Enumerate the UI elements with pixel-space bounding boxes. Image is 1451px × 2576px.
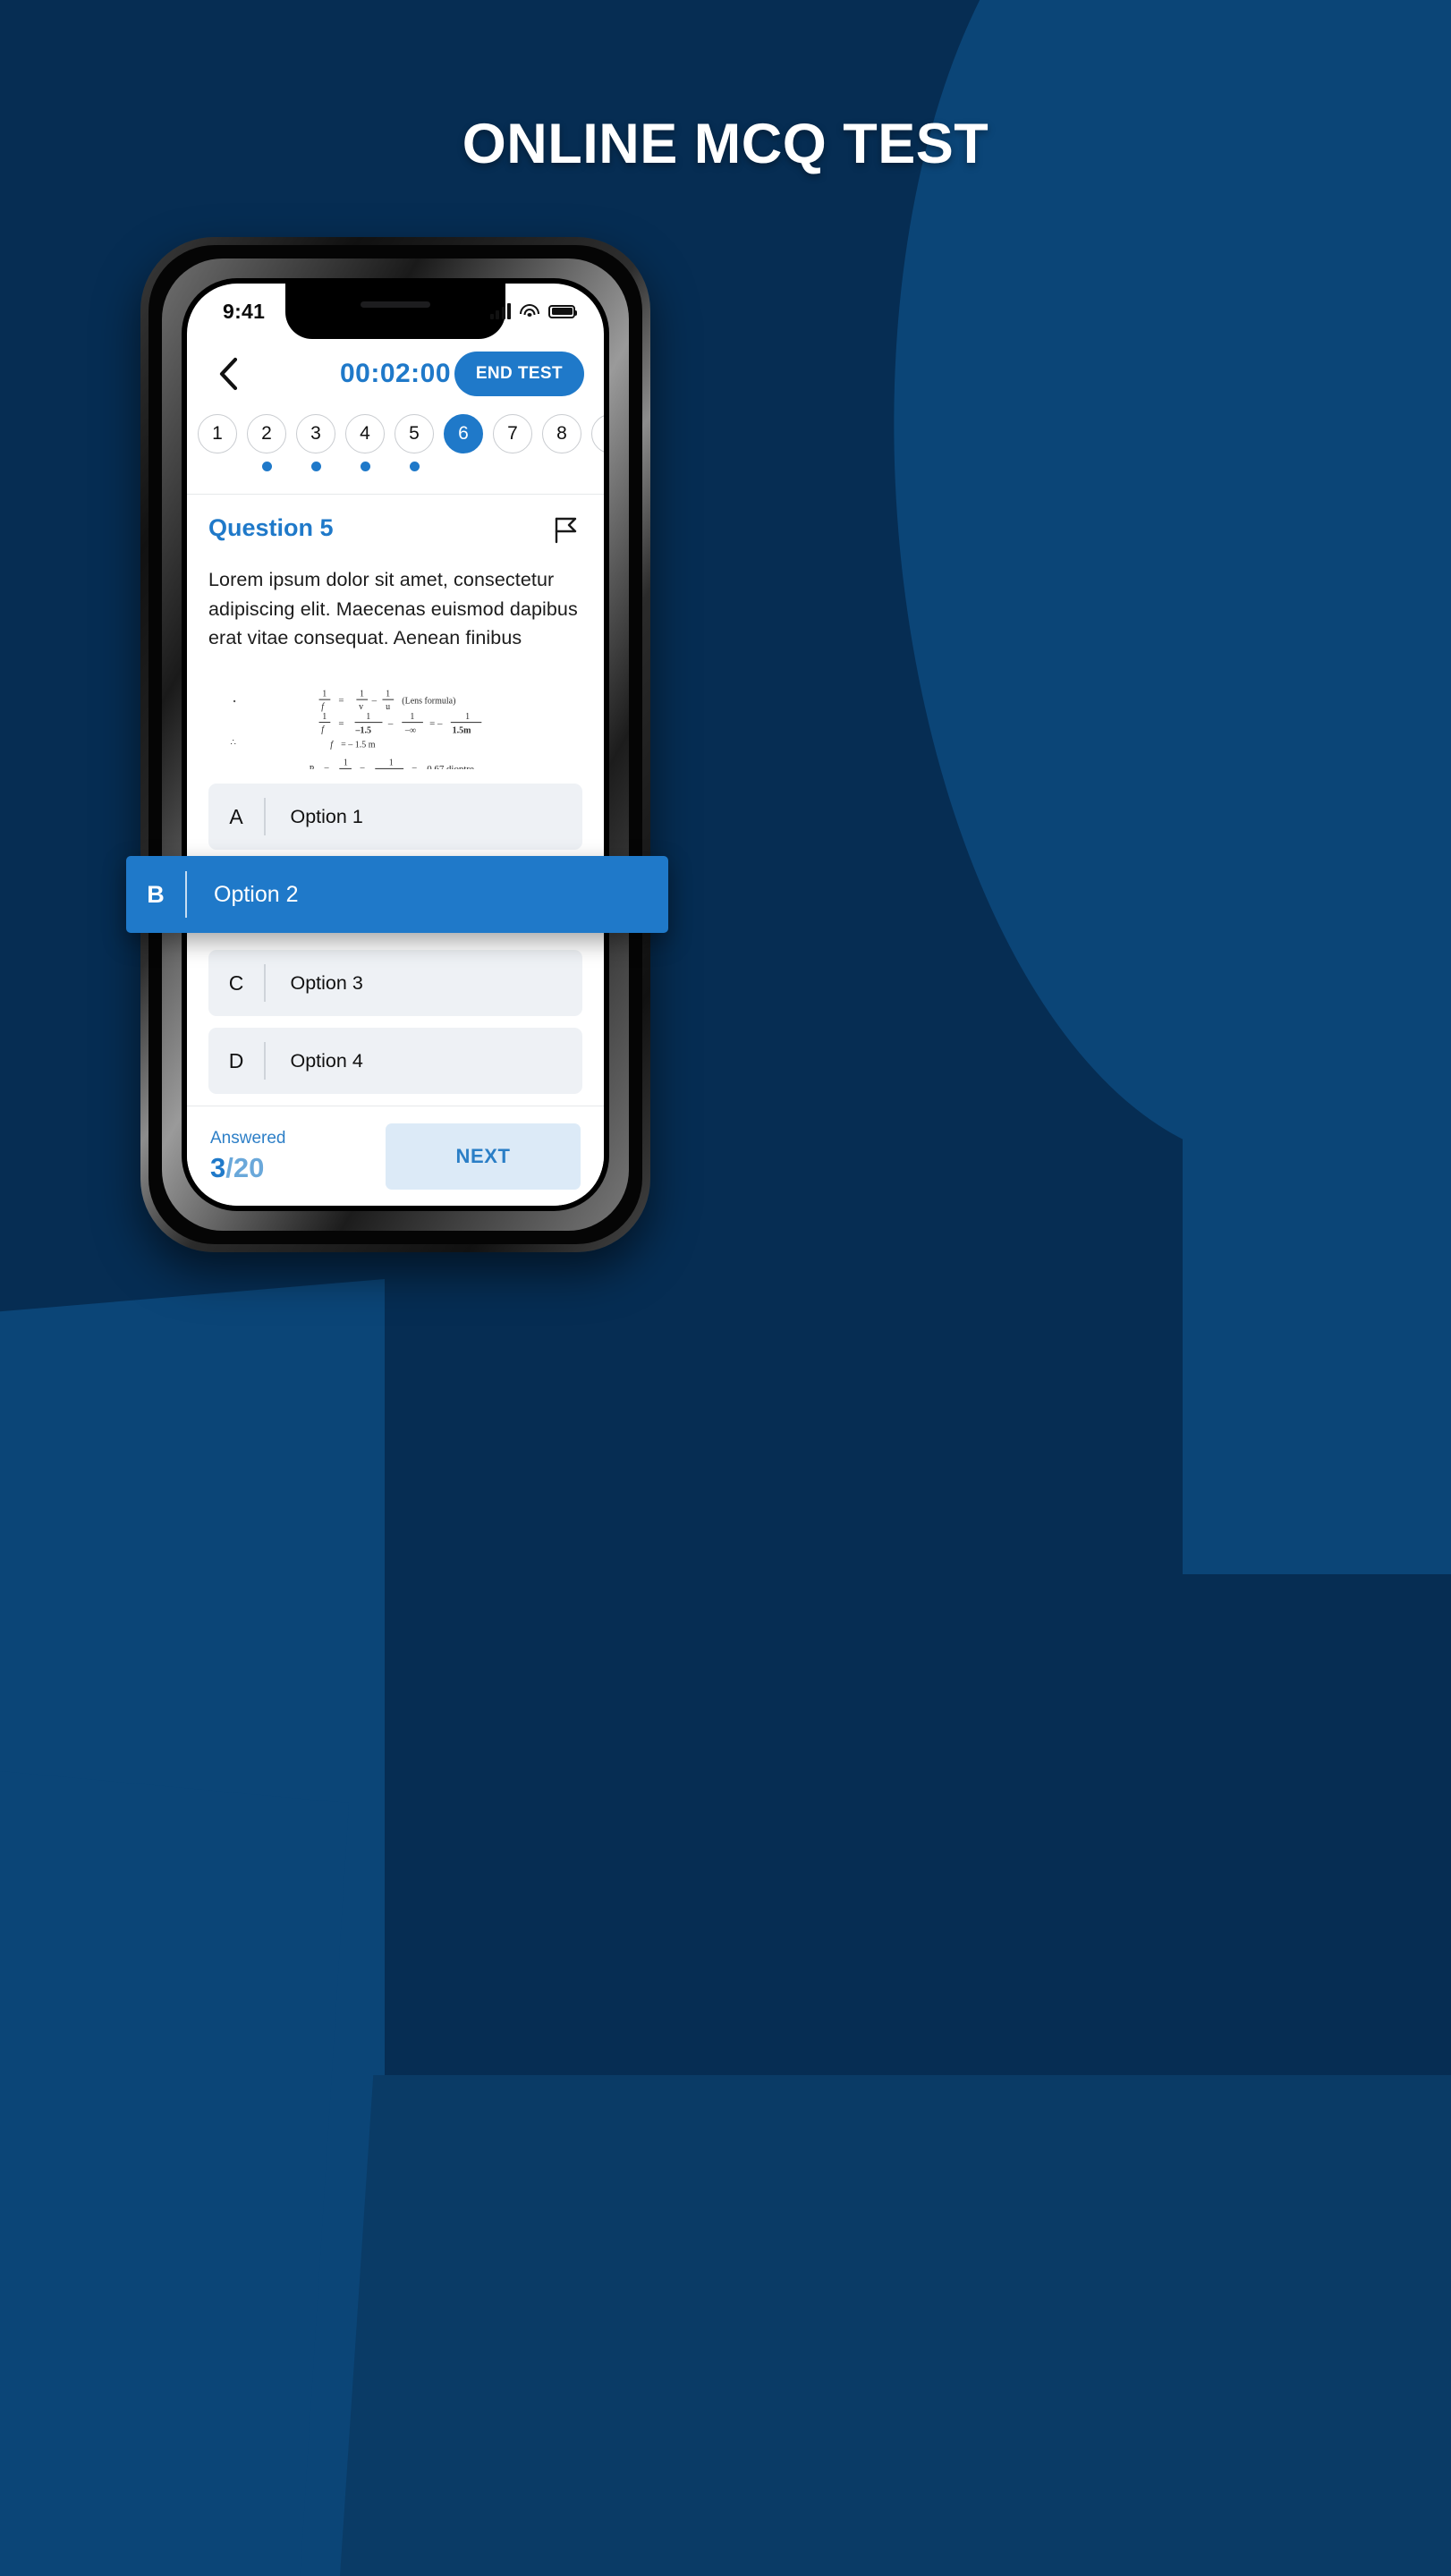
svg-text:=: = [338, 696, 344, 707]
svg-text:1: 1 [322, 712, 327, 722]
svg-text:1: 1 [465, 712, 470, 722]
svg-text:1: 1 [366, 712, 370, 722]
question-number-3[interactable]: 3 [296, 414, 335, 453]
question-number-9[interactable]: 9 [591, 414, 604, 453]
status-icons [489, 303, 577, 319]
svg-text:1: 1 [360, 690, 364, 699]
option-label: Option 2 [214, 881, 299, 907]
svg-text:v: v [359, 702, 363, 712]
svg-text:–∞: –∞ [404, 725, 416, 735]
svg-text:= – 1.5 m: = – 1.5 m [341, 741, 376, 750]
question-header: Question 5 [208, 514, 582, 549]
question-number-list: 1234567891011 [187, 409, 604, 471]
svg-text:1: 1 [322, 690, 327, 699]
answered-dot [508, 462, 518, 471]
question-number-6[interactable]: 6 [444, 414, 483, 453]
option-label: Option 1 [290, 805, 363, 827]
background-block-right [1183, 304, 1451, 1574]
question-number-item: 9 [591, 414, 604, 471]
option-letter: A [229, 804, 243, 828]
option-letter: C [228, 970, 244, 995]
question-panel: Question 5 Lorem ipsum dolor sit amet, c… [187, 495, 604, 769]
question-number-item: 6 [444, 414, 483, 471]
svg-text:=: = [338, 718, 344, 729]
answered-dot [409, 462, 420, 471]
svg-text:–1.5: –1.5 [354, 725, 370, 735]
wifi-icon [520, 303, 539, 319]
end-test-button[interactable]: END TEST [454, 352, 584, 396]
phone-mid-frame: 9:41 00:02:00 END TEST 1 2 3 4 5 6 7 8 Q… [148, 245, 642, 1244]
test-header: 00:02:00 END TEST [187, 339, 604, 409]
page-title: ONLINE MCQ TEST [462, 113, 989, 175]
svg-text:= –: = – [429, 718, 443, 729]
question-number-item: 4 [345, 414, 385, 471]
option-letter: D [228, 1048, 244, 1072]
answered-label: Answered [210, 1128, 286, 1148]
answer-option-selected[interactable]: B Option 2 [126, 856, 668, 933]
question-text: Lorem ipsum dolor sit amet, consectetur … [208, 569, 578, 649]
answer-option-d[interactable]: D Option 4 [208, 1028, 582, 1094]
question-number-strip[interactable]: 1234567891011 [187, 409, 604, 495]
svg-text:1.5m: 1.5m [453, 725, 471, 735]
option-label: Option 3 [290, 971, 363, 994]
phone-screen: 9:41 00:02:00 END TEST 1 2 3 4 5 6 7 8 Q… [187, 284, 604, 1206]
svg-text:1: 1 [389, 758, 394, 768]
background-panel-bottom-left [0, 1771, 349, 2576]
question-number-7[interactable]: 7 [493, 414, 532, 453]
svg-text:(Lens formula): (Lens formula) [402, 697, 455, 707]
question-number-2[interactable]: 2 [247, 414, 286, 453]
question-number-item: 7 [493, 414, 532, 471]
question-number-1[interactable]: 1 [198, 414, 237, 453]
svg-text:u: u [386, 702, 390, 712]
question-figure: ∴ 1 f = 1 v – 1 u (Lens formula) 1 f = 1… [208, 673, 582, 769]
answer-option-a[interactable]: A Option 1 [208, 784, 582, 850]
option-label: Option 4 [290, 1049, 363, 1072]
question-number-8[interactable]: 8 [542, 414, 581, 453]
next-button[interactable]: NEXT [386, 1123, 581, 1190]
phone-mockup: 9:41 00:02:00 END TEST 1 2 3 4 5 6 7 8 Q… [126, 237, 668, 1252]
svg-text:∴: ∴ [231, 738, 236, 748]
status-time: 9:41 [223, 299, 266, 323]
question-number-item: 8 [542, 414, 581, 471]
answer-option-c[interactable]: C Option 3 [208, 950, 582, 1016]
background-panel-bottom-right [340, 2075, 1451, 2576]
question-number-5[interactable]: 5 [395, 414, 434, 453]
phone-metal-band: 9:41 00:02:00 END TEST 1 2 3 4 5 6 7 8 Q… [162, 258, 629, 1231]
answered-summary: Answered 3/20 [210, 1129, 286, 1184]
answered-dot [459, 462, 469, 471]
answered-numerator: 3 [210, 1151, 226, 1183]
question-number-4[interactable]: 4 [345, 414, 385, 453]
status-bar: 9:41 [187, 284, 604, 339]
svg-text:1: 1 [410, 712, 414, 722]
question-title: Question 5 [208, 514, 334, 541]
question-number-item: 3 [296, 414, 335, 471]
svg-text:–: – [371, 696, 378, 707]
flag-icon[interactable] [552, 514, 582, 549]
lens-diagram-svg: ∴ 1 f = 1 v – 1 u (Lens formula) 1 f = 1… [208, 682, 582, 769]
answered-denominator: /20 [225, 1151, 265, 1183]
answer-options: A Option 1 C Option 3 D Option 4 [187, 769, 604, 1106]
answered-dot [213, 462, 223, 471]
answered-dot [310, 462, 321, 471]
question-number-item: 1 [198, 414, 237, 471]
phone-inner-frame: 9:41 00:02:00 END TEST 1 2 3 4 5 6 7 8 Q… [182, 278, 609, 1211]
option-letter: B [147, 880, 165, 908]
svg-text:1: 1 [344, 758, 348, 768]
chevron-left-icon[interactable] [210, 356, 246, 392]
question-number-item: 2 [247, 414, 286, 471]
battery-icon [548, 304, 577, 318]
answered-dot [360, 462, 370, 471]
svg-text:1: 1 [386, 690, 390, 699]
question-footer: Answered 3/20 NEXT [187, 1106, 604, 1206]
phone-outer-frame: 9:41 00:02:00 END TEST 1 2 3 4 5 6 7 8 Q… [140, 237, 650, 1252]
answered-dot [261, 462, 272, 471]
svg-text:–: – [387, 718, 394, 729]
question-number-item: 5 [395, 414, 434, 471]
answered-dot [557, 462, 567, 471]
answered-count: 3/20 [210, 1152, 286, 1184]
signal-bars-icon [489, 303, 511, 319]
